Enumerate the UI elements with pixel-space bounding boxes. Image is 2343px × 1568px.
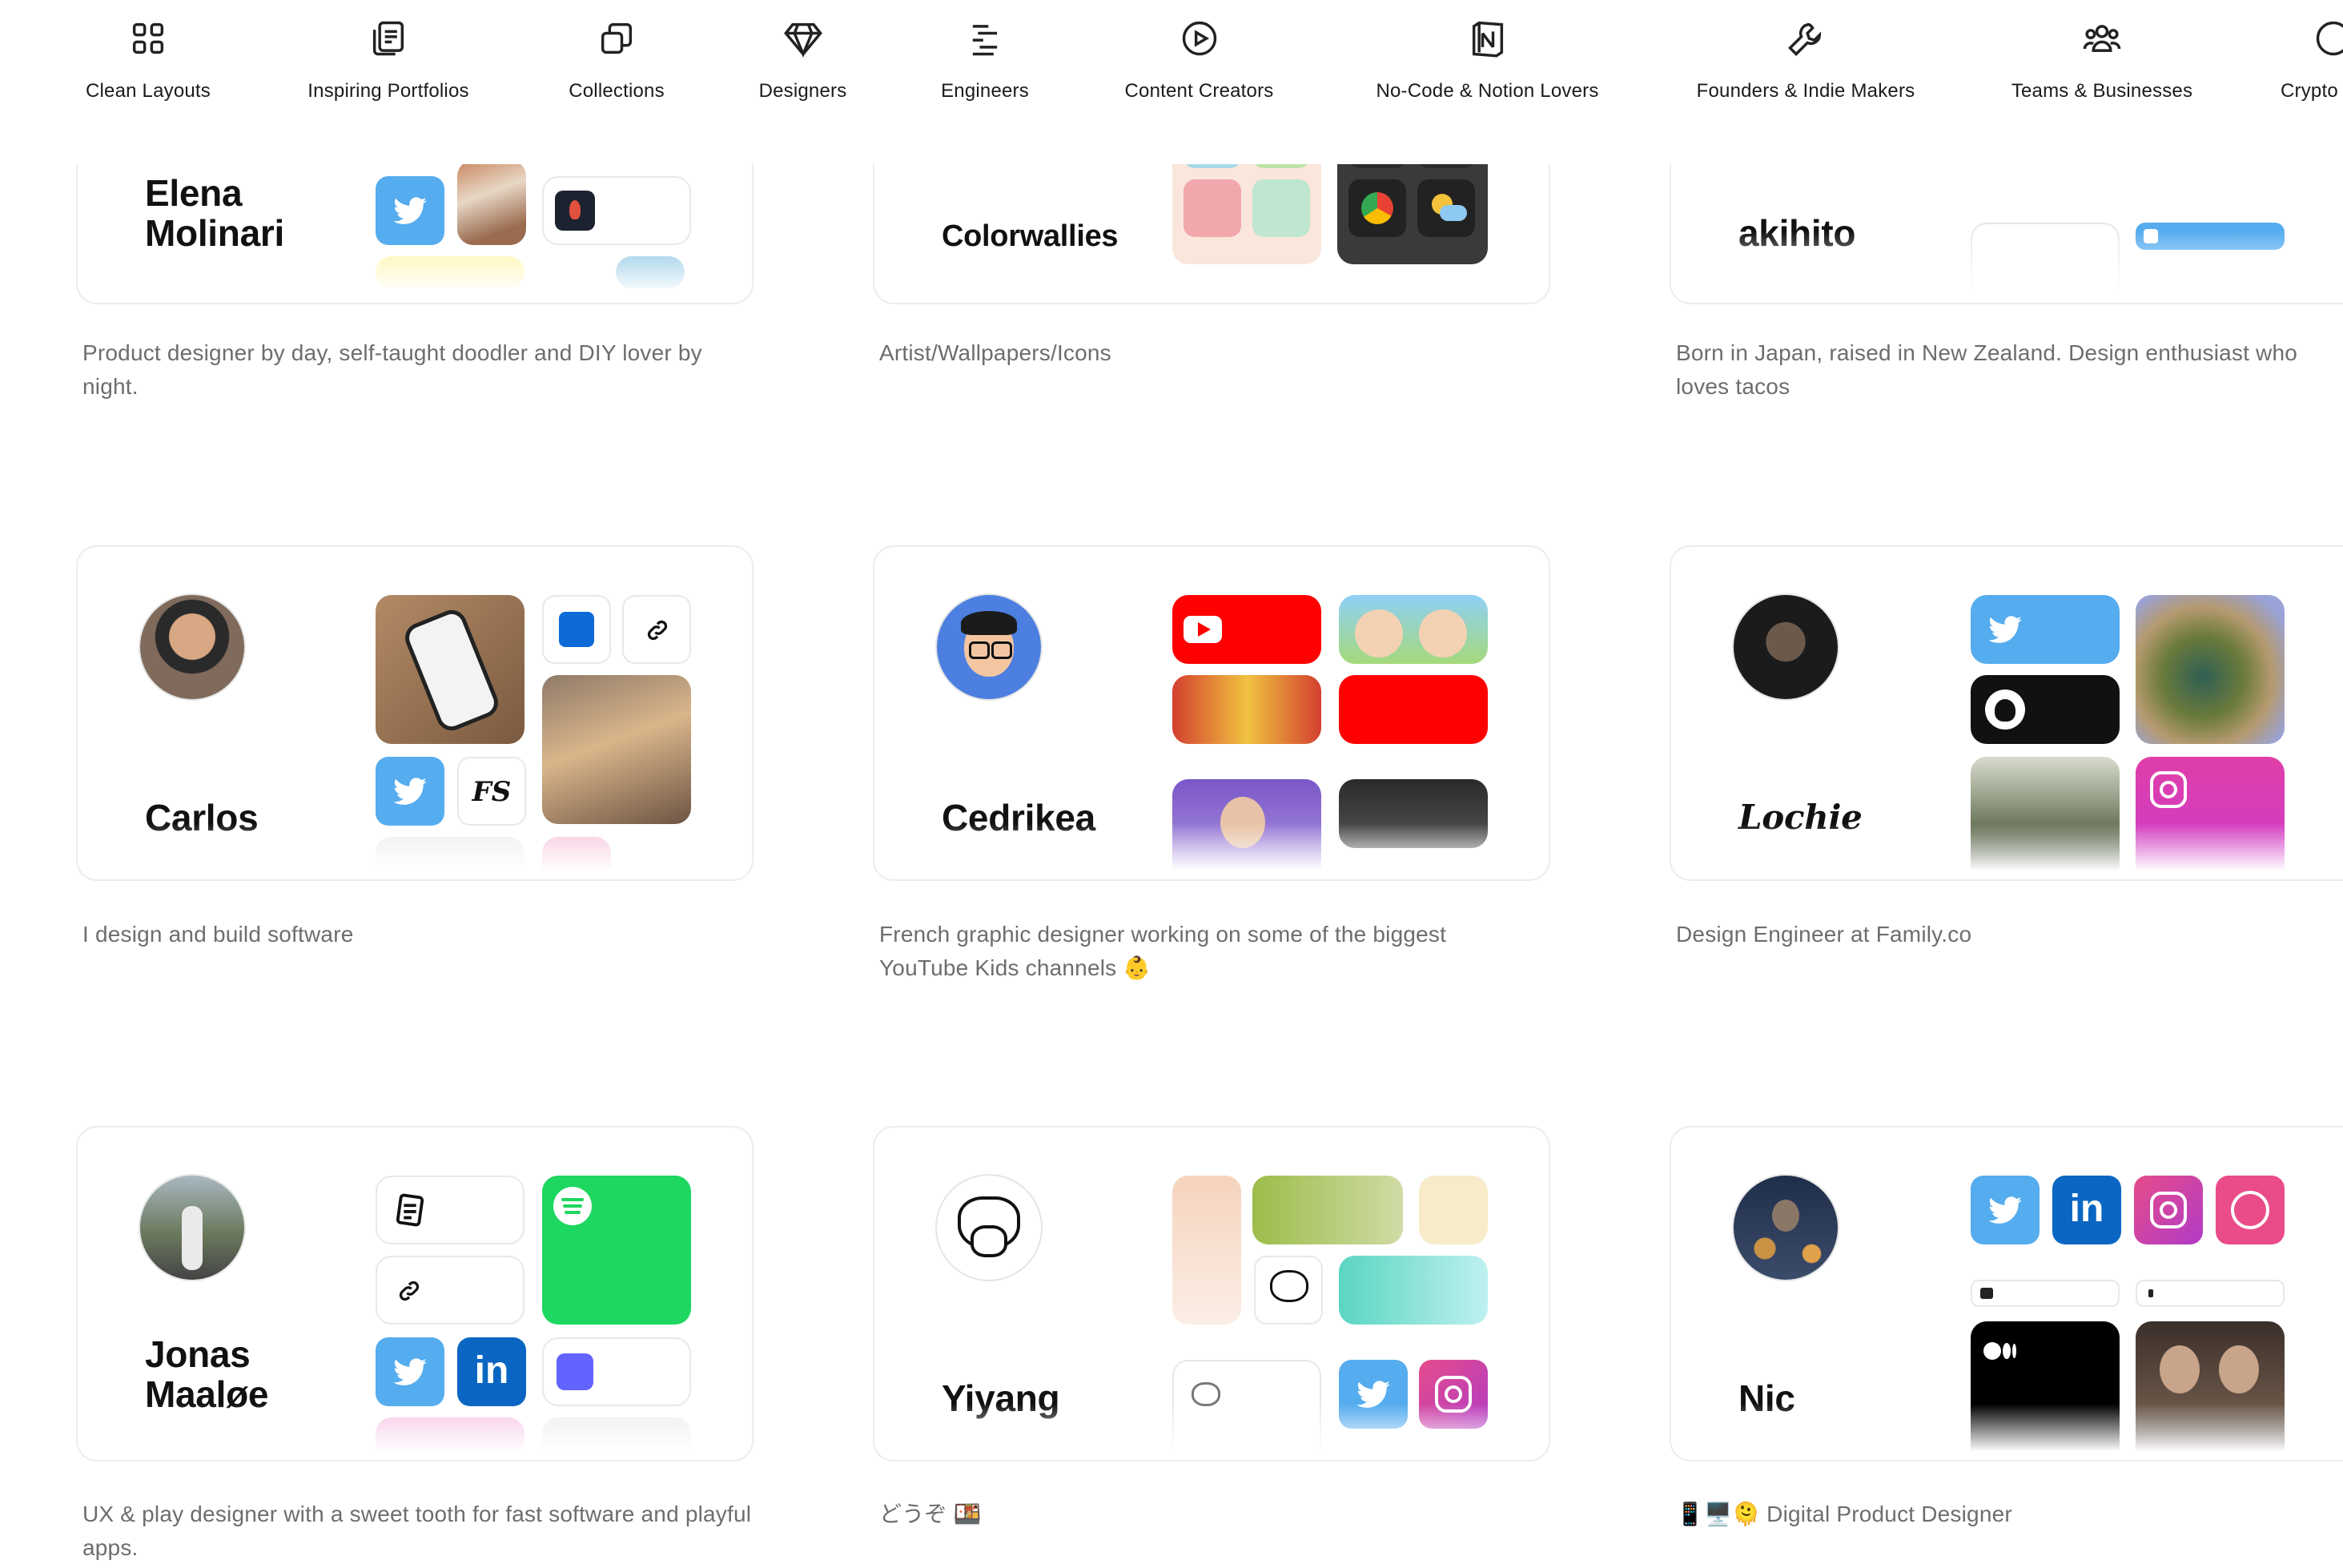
team-icon [2083,25,2121,52]
nav-item-collections[interactable]: Collections [545,18,689,114]
youtube-link-tile[interactable] [1339,675,1488,744]
profile-bio: どうぞ 🍱 [879,1502,982,1526]
avatar[interactable] [140,1176,244,1280]
link-tile[interactable] [1971,1280,2120,1307]
nav-item-teams[interactable]: Teams & Businesses [2002,18,2202,114]
profile-name: Jonas Maaløe [145,1333,269,1415]
color-tile[interactable] [1252,1176,1403,1244]
nav-label: Designers [758,80,847,102]
youtube-link-tile[interactable] [1172,595,1321,664]
nav-label: Crypto [2281,80,2338,102]
nav-item-content-creators[interactable]: Content Creators [1113,18,1285,114]
profile-card[interactable]: Jonas Maaløe in [76,1126,754,1461]
nav-item-no-code[interactable]: No-Code & Notion Lovers [1361,18,1614,114]
notion-icon [1472,21,1503,58]
nav-item-engineers[interactable]: Engineers [921,18,1049,114]
link-icon [399,1281,420,1301]
play-circle-icon [1182,21,1216,56]
nav-item-clean-layouts[interactable]: Clean Layouts [80,18,216,114]
photo-tile[interactable] [457,160,526,245]
github-link-tile[interactable] [1971,675,2120,744]
color-tile[interactable] [1419,1176,1488,1244]
notes-link-tile[interactable] [376,1176,524,1244]
profile-name: Elena Molinari [145,172,284,254]
nav-item-inspiring-portfolios[interactable]: Inspiring Portfolios [296,18,480,114]
app-icon[interactable] [542,595,611,664]
nav-label: Founders & Indie Makers [1696,80,1915,102]
nav-label: No-Code & Notion Lovers [1376,80,1599,102]
twitter-icon[interactable] [376,176,444,245]
profile-card[interactable]: Nic in [1670,1126,2343,1461]
twitter-icon[interactable] [1971,1176,2040,1244]
photo-tile[interactable] [542,675,691,824]
linkedin-icon[interactable]: in [457,1337,526,1406]
nav-label: Teams & Businesses [2011,80,2193,102]
link-tile[interactable] [2136,1280,2285,1307]
twitter-link-tile[interactable] [1971,595,2120,664]
profile-bio: Design Engineer at Family.co [1676,922,1972,947]
profile-bio: French graphic designer working on some … [879,922,1447,980]
sheep-icon [1192,1382,1220,1406]
twitter-icon[interactable] [376,757,444,826]
profile-bio: 📱🖥️🫠 Digital Product Designer [1676,1502,2012,1526]
profile-bio: Product designer by day, self-taught doo… [82,340,702,399]
avatar[interactable] [937,595,1041,699]
video-thumbnail[interactable] [1172,675,1321,744]
link-icon[interactable] [622,595,691,664]
grid-icon [132,22,164,54]
profile-bio: Born in Japan, raised in New Zealand. De… [1676,340,2298,399]
wrench-icon [1788,22,1822,56]
avatar[interactable] [1734,1176,1838,1280]
diamond-icon [783,22,822,58]
nav-label: Clean Layouts [85,80,211,102]
color-tile[interactable] [1339,1256,1488,1325]
nav-label: Engineers [941,80,1029,102]
instagram-icon[interactable] [2134,1176,2203,1244]
mastodon-link-tile[interactable] [542,1337,691,1406]
video-thumbnail[interactable] [1339,595,1488,664]
spotify-link-tile[interactable] [542,1176,691,1325]
category-nav: Clean Layouts Inspiring Portfolios Colle… [0,0,2343,164]
crypto-icon [2316,21,2343,56]
code-lines-icon [972,25,998,56]
nav-label: Inspiring Portfolios [307,80,469,102]
profile-name: Colorwallies [942,219,1119,253]
nav-label: Content Creators [1124,80,1274,102]
profile-card[interactable]: Cedrikea [873,545,1550,881]
fs-logo-icon[interactable]: FS [457,757,526,826]
avatar[interactable] [937,1176,1041,1280]
photo-tile[interactable] [376,595,524,744]
profile-bio: UX & play designer with a sweet tooth fo… [82,1502,752,1560]
nav-item-designers[interactable]: Designers [737,18,869,114]
avatar[interactable] [1734,595,1838,699]
link-tile[interactable] [376,1256,524,1325]
sheep-icon[interactable] [1254,1256,1323,1325]
profile-card[interactable]: Lochie [1670,545,2343,881]
gradient-art-tile[interactable] [2136,595,2285,744]
portfolio-icon [372,21,404,56]
profile-card[interactable]: Yiyang [873,1126,1550,1461]
notes-icon [396,1193,424,1227]
profile-bio: Artist/Wallpapers/Icons [879,340,1111,365]
linkedin-icon[interactable]: in [2052,1176,2121,1244]
medium-icon [1983,1342,2001,1360]
twitter-icon[interactable] [376,1337,444,1406]
mastodon-icon [557,1353,593,1390]
avatar[interactable] [140,595,244,699]
profile-bio: I design and build software [82,922,354,947]
profile-card[interactable]: Carlos FS [76,545,754,881]
link-card[interactable] [542,176,691,245]
flame-app-icon [555,191,595,231]
dribbble-icon[interactable] [2216,1176,2285,1244]
collections-icon [601,22,633,54]
nav-label: Collections [569,80,665,102]
nav-item-founders[interactable]: Founders & Indie Makers [1686,18,1926,114]
color-tile[interactable] [1172,1176,1241,1325]
nav-item-crypto[interactable]: Crypto [2281,18,2343,114]
